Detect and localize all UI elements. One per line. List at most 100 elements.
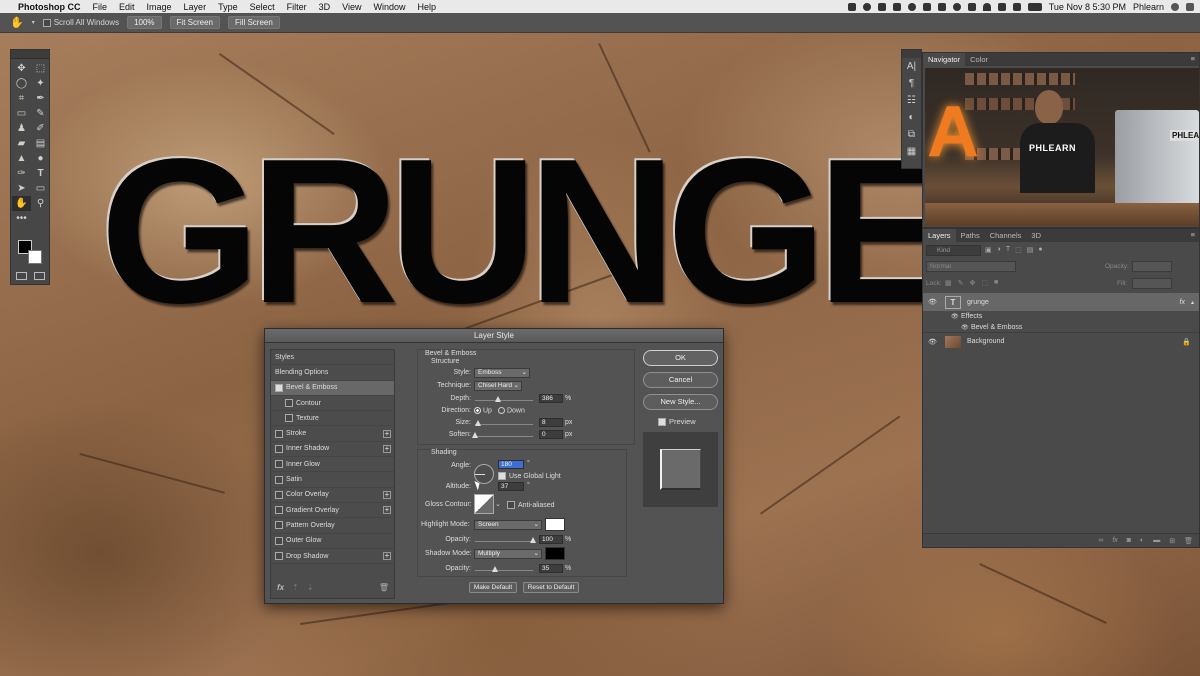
menu-help[interactable]: Help [411,2,442,12]
shadow-color-swatch[interactable] [545,547,565,560]
gloss-contour-swatch[interactable] [474,494,494,514]
contour-item[interactable]: Contour [271,396,394,412]
menu-type[interactable]: Type [212,2,244,12]
add-gradient-overlay-plus-icon[interactable]: + [383,506,391,515]
inner-glow-checkbox[interactable] [275,460,283,469]
character-panel-icon[interactable]: A| [902,58,921,75]
reset-to-default-button[interactable]: Reset to Default [523,582,579,593]
tab-navigator[interactable]: Navigator [923,53,966,66]
size-slider-track[interactable] [475,424,533,425]
menu-select[interactable]: Select [244,2,281,12]
make-default-button[interactable]: Make Default [469,582,517,593]
quick-mask-icon[interactable] [16,272,27,280]
volume-icon[interactable] [1012,2,1021,11]
altitude-field[interactable]: 37 [498,482,524,491]
gradient-overlay-item[interactable]: Gradient Overlay + [271,503,394,519]
highlight-color-swatch[interactable] [545,518,565,531]
status-icon[interactable] [907,2,916,11]
move-up-icon[interactable]: ⇡ [292,583,299,592]
preview-checkbox[interactable]: Preview [658,417,696,427]
outer-glow-item[interactable]: Outer Glow [271,534,394,549]
soften-field[interactable]: 0 [539,430,563,439]
paragraph-panel-icon[interactable]: ¶ [902,75,921,92]
status-icon[interactable] [952,2,961,11]
status-icon[interactable] [877,2,886,11]
soften-slider-knob[interactable] [472,432,478,438]
direction-down-radio[interactable]: Down [498,407,525,414]
hand-tool-icon[interactable]: ✋ [10,16,24,29]
crop-tool-icon[interactable]: ⌗ [12,91,31,106]
move-down-icon[interactable]: ⇣ [307,583,314,592]
angle-field[interactable]: 180 [498,460,524,469]
history-panel-icon[interactable]: ⧉ [902,126,921,143]
blending-options-item[interactable]: Blending Options [271,365,394,381]
gradient-tool-icon[interactable]: ▤ [31,136,50,151]
layer-row-background[interactable]: 👁 Background 🔒 [923,332,1199,350]
status-icon[interactable] [847,2,856,11]
background-color-swatch[interactable] [28,250,42,264]
lock-pixels-icon[interactable]: ✎ [958,279,964,287]
adjustment-filter-icon[interactable]: ◑ [997,246,1001,254]
add-mask-icon[interactable]: ◙ [1127,537,1131,544]
visibility-eye-icon[interactable]: 👁 [928,338,940,346]
inner-shadow-item[interactable]: Inner Shadow + [271,442,394,458]
direction-up-radio[interactable]: Up [474,407,492,414]
dialog-title[interactable]: Layer Style [265,329,723,343]
battery-icon[interactable] [1027,2,1042,11]
global-light-checkbox[interactable]: Use Global Light [498,472,561,480]
contour-checkbox[interactable] [285,399,293,408]
bevel-emboss-checkbox[interactable] [275,383,283,392]
eyedropper-tool-icon[interactable]: ✒ [31,91,50,106]
new-layer-icon[interactable]: ⊞ [1169,537,1175,545]
app-menu[interactable]: Photoshop CC [12,2,87,12]
fill-screen-button[interactable]: Fill Screen [228,16,280,29]
menu-3d[interactable]: 3D [313,2,337,12]
link-layers-icon[interactable]: ∞ [1098,537,1103,544]
hand-tool-icon[interactable]: ✋ [12,196,31,211]
technique-dropdown[interactable]: Chisel Hard ⌄ [474,381,522,391]
fit-screen-button[interactable]: Fit Screen [169,16,221,29]
stroke-checkbox[interactable] [275,429,283,438]
panel-menu-icon[interactable]: ≡ [1191,54,1195,63]
filter-toggle-icon[interactable]: ● [1038,246,1042,254]
history-brush-tool-icon[interactable]: ✐ [31,121,50,136]
anti-aliased-checkbox[interactable]: Anti-aliased [507,501,555,509]
texture-item[interactable]: Texture [271,411,394,427]
cancel-button[interactable]: Cancel [643,372,718,388]
tab-paths[interactable]: Paths [956,229,985,242]
path-selection-tool-icon[interactable]: ➤ [12,181,31,196]
ok-button[interactable]: OK [643,350,718,366]
soften-slider-track[interactable] [475,436,533,437]
chevron-down-icon[interactable]: ⌄ [495,500,501,508]
fx-menu-icon[interactable]: fx [277,583,284,592]
notification-icon[interactable] [1186,2,1194,11]
properties-panel-icon[interactable]: ☷ [902,92,921,109]
satin-checkbox[interactable] [275,475,283,484]
grunge-text-layer[interactable]: GRUNGE [100,128,954,334]
color-overlay-checkbox[interactable] [275,490,283,499]
healing-brush-tool-icon[interactable]: ▭ [12,106,31,121]
trash-icon[interactable]: 🗑 [1184,537,1193,545]
status-icon[interactable] [937,2,946,11]
shape-tool-icon[interactable]: ▭ [31,181,50,196]
zoom-100-button[interactable]: 100% [127,16,162,29]
clock[interactable]: Tue Nov 8 5:30 PM [1049,2,1126,12]
menu-window[interactable]: Window [367,2,411,12]
eraser-tool-icon[interactable]: ▰ [12,136,31,151]
trash-icon[interactable]: 🗑 [379,583,389,592]
menu-view[interactable]: View [336,2,367,12]
tool-preset-dropdown-icon[interactable]: ▾ [32,19,35,26]
inner-shadow-checkbox[interactable] [275,444,283,453]
pixel-filter-icon[interactable]: ▣ [985,246,992,254]
menu-edit[interactable]: Edit [113,2,141,12]
fx-badge[interactable]: fx [1180,299,1185,306]
scroll-all-windows-checkbox[interactable]: Scroll All Windows [42,18,119,27]
depth-field[interactable]: 386 [539,394,563,403]
shape-filter-icon[interactable]: ⬚ [1015,246,1022,254]
bevel-emboss-item[interactable]: Bevel & Emboss [271,380,394,396]
blur-tool-icon[interactable]: ▲ [12,151,31,166]
outer-glow-checkbox[interactable] [275,536,283,545]
add-style-icon[interactable]: fx [1112,537,1117,544]
shadow-opacity-field[interactable]: 35 [539,564,563,573]
menu-image[interactable]: Image [141,2,178,12]
